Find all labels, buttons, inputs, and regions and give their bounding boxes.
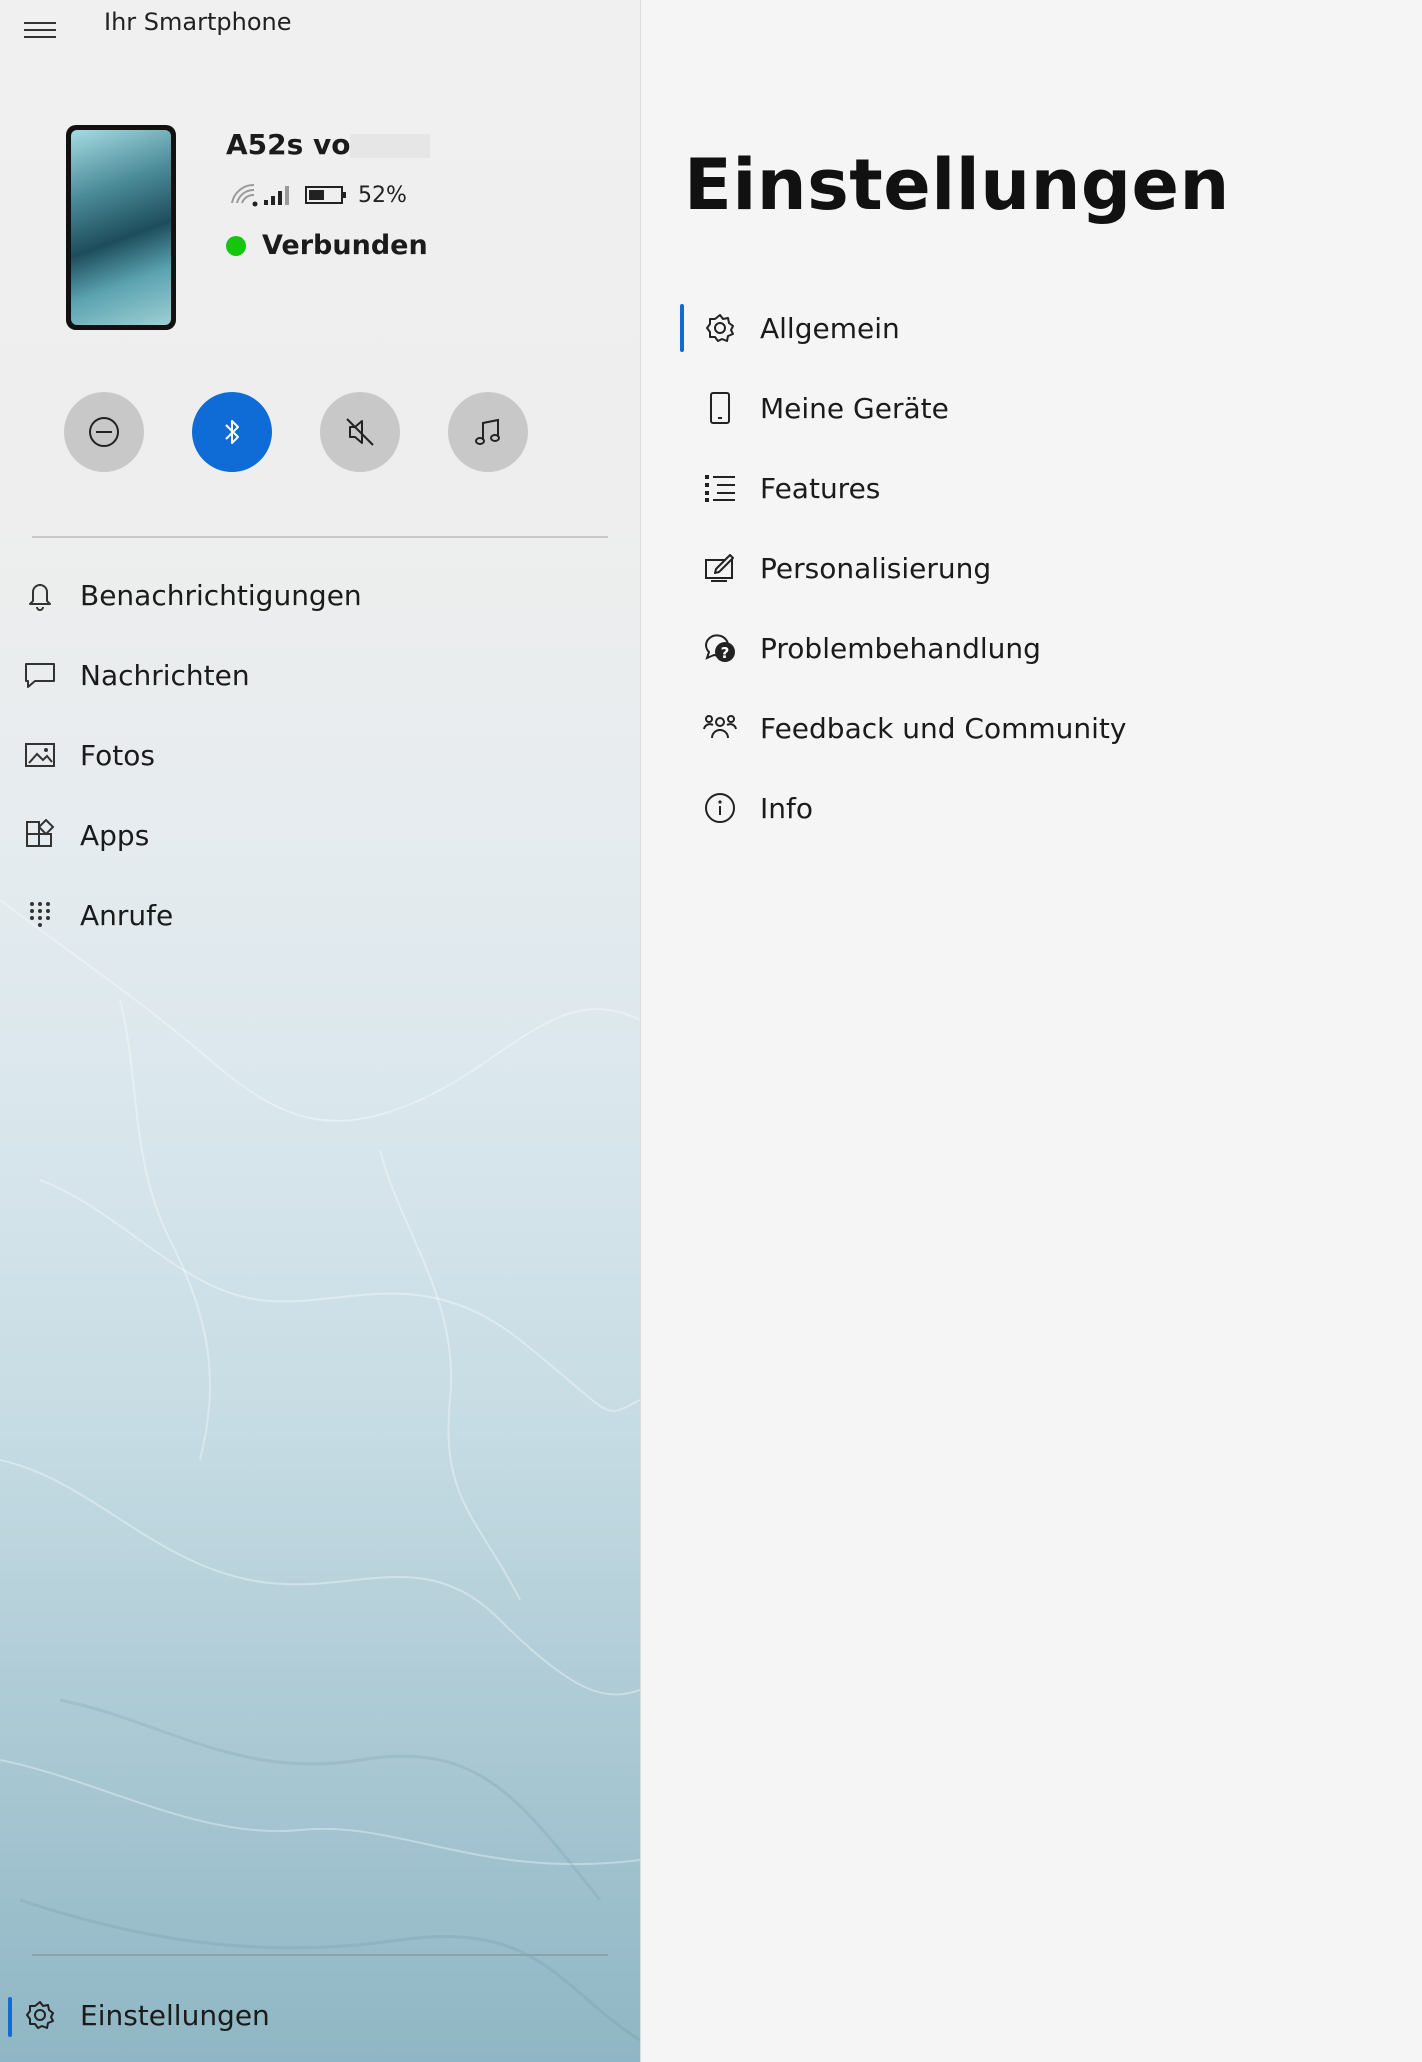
connected-dot (226, 235, 246, 256)
nav-item-photos[interactable]: Fotos (0, 720, 640, 790)
bluetooth-icon (225, 420, 239, 444)
signal-icon (264, 186, 289, 205)
bell-icon (20, 575, 60, 615)
wifi-icon (231, 183, 258, 207)
bluetooth-button[interactable] (192, 392, 272, 472)
redacted-name (350, 134, 430, 158)
page-title: Einstellungen (684, 144, 1230, 226)
chat-icon (20, 655, 60, 695)
settings-item-troubleshooting[interactable]: ? Problembehandlung (680, 616, 1380, 680)
do-not-disturb-button[interactable] (64, 392, 144, 472)
mute-icon (346, 418, 374, 446)
edit-icon (700, 548, 740, 588)
menu-button[interactable] (24, 22, 56, 40)
phone-image (66, 125, 176, 330)
settings-item-general[interactable]: Allgemein (680, 296, 1380, 360)
settings-item-label: Allgemein (760, 311, 900, 345)
help-chat-icon: ? (700, 628, 740, 668)
nav-item-label: Benachrichtigungen (80, 578, 362, 612)
do-not-disturb-icon (89, 417, 119, 447)
apps-icon (20, 815, 60, 855)
mute-button[interactable] (320, 392, 400, 472)
selection-indicator (8, 1997, 12, 2037)
nav-item-label: Anrufe (80, 898, 174, 932)
battery-icon (305, 186, 346, 204)
nav-item-label: Fotos (80, 738, 155, 772)
phone-icon (700, 388, 740, 428)
settings-item-label: Info (760, 791, 813, 825)
gear-icon (700, 308, 740, 348)
device-name: A52s von (226, 128, 371, 161)
nav-item-settings[interactable]: Einstellungen (0, 1980, 640, 2050)
nav-item-calls[interactable]: Anrufe (0, 880, 640, 950)
nav-item-label: Einstellungen (80, 1998, 270, 2032)
settings-item-personalization[interactable]: Personalisierung (680, 536, 1380, 600)
settings-item-label: Feedback und Community (760, 711, 1127, 745)
music-button[interactable] (448, 392, 528, 472)
photo-icon (20, 735, 60, 775)
nav-item-label: Apps (80, 818, 150, 852)
battery-percent: 52% (358, 182, 407, 208)
settings-item-label: Personalisierung (760, 551, 992, 585)
nav-item-notifications[interactable]: Benachrichtigungen (0, 560, 640, 630)
people-icon (700, 708, 740, 748)
settings-item-info[interactable]: Info (680, 776, 1380, 840)
sidebar: Ihr Smartphone A52s von 52% Verbunden Be… (0, 0, 641, 2062)
settings-item-label: Meine Geräte (760, 391, 949, 425)
settings-item-label: Problembehandlung (760, 631, 1041, 665)
dialpad-icon (20, 895, 60, 935)
info-icon (700, 788, 740, 828)
svg-text:?: ? (721, 644, 730, 662)
connection-status: Verbunden (226, 230, 428, 261)
app-title: Ihr Smartphone (104, 8, 292, 36)
nav-item-label: Nachrichten (80, 658, 250, 692)
divider (32, 1954, 608, 1956)
nav-item-apps[interactable]: Apps (0, 800, 640, 870)
nav-item-messages[interactable]: Nachrichten (0, 640, 640, 710)
list-icon (700, 468, 740, 508)
settings-item-features[interactable]: Features (680, 456, 1380, 520)
selection-indicator (680, 304, 684, 352)
music-icon (475, 418, 500, 445)
settings-item-my-devices[interactable]: Meine Geräte (680, 376, 1380, 440)
settings-item-feedback[interactable]: Feedback und Community (680, 696, 1380, 760)
settings-item-label: Features (760, 471, 881, 505)
gear-icon (20, 1995, 60, 2035)
connection-status-text: Verbunden (262, 230, 428, 261)
device-status-row: 52% (230, 180, 407, 210)
divider (32, 536, 608, 538)
